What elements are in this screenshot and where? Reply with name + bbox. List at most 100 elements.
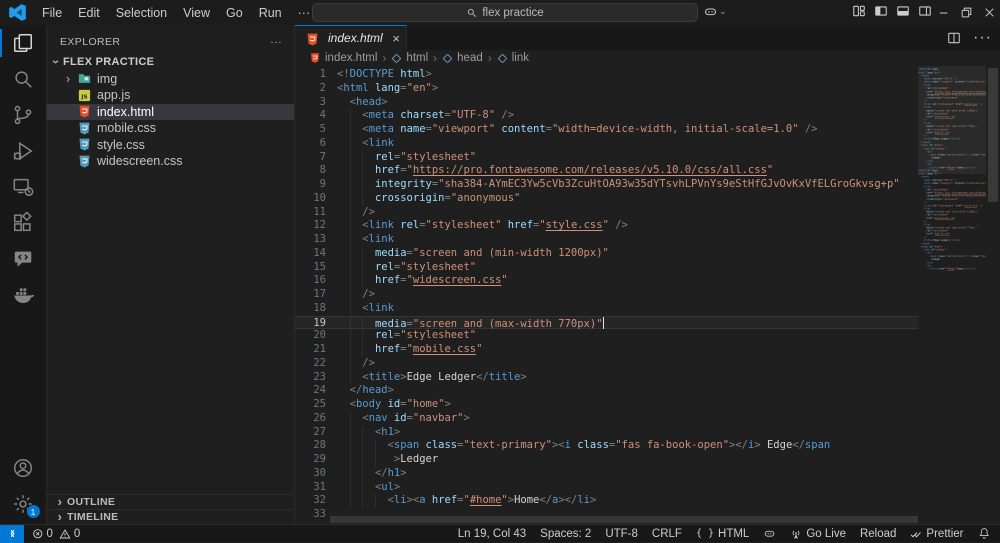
code-line-22[interactable]: 22 /> bbox=[295, 357, 918, 371]
docker-icon[interactable] bbox=[0, 277, 47, 313]
code-line-8[interactable]: 8 href="https://pro.fontawesome.com/rele… bbox=[295, 164, 918, 178]
copilot-menu[interactable]: ⌄ bbox=[703, 4, 727, 19]
menu-view[interactable]: View bbox=[175, 4, 218, 22]
code-line-14[interactable]: 14 media="screen and (min-width 1200px)" bbox=[295, 247, 918, 261]
toggle-secondary-sidebar-icon[interactable] bbox=[918, 4, 932, 18]
code-line-2[interactable]: 2<html lang="en"> bbox=[295, 82, 918, 96]
section-outline[interactable]: ›OUTLINE bbox=[47, 494, 294, 509]
menu-edit[interactable]: Edit bbox=[70, 4, 108, 22]
menu-selection[interactable]: Selection bbox=[108, 4, 175, 22]
status-eol[interactable]: CRLF bbox=[652, 528, 682, 540]
restore-button[interactable] bbox=[955, 0, 978, 25]
tree-item-index-html[interactable]: index.html bbox=[47, 104, 294, 121]
chat-icon[interactable] bbox=[0, 241, 47, 277]
code-line-10[interactable]: 10 crossorigin="anonymous" bbox=[295, 192, 918, 206]
code-line-32[interactable]: 32 <li><a href="#home">Home</a></li> bbox=[295, 494, 918, 508]
code-line-31[interactable]: 31 <ul> bbox=[295, 481, 918, 495]
breadcrumb-html[interactable]: html bbox=[391, 52, 428, 64]
code-line-29[interactable]: 29 >Ledger bbox=[295, 453, 918, 467]
customize-layout-icon[interactable] bbox=[852, 4, 866, 18]
status-prettier[interactable]: Prettier bbox=[910, 528, 963, 540]
code-line-19[interactable]: 19 media="screen and (max-width 770px)" bbox=[295, 316, 918, 330]
breadcrumb-head[interactable]: head bbox=[442, 52, 483, 64]
toggle-panel-icon[interactable] bbox=[896, 4, 910, 18]
code-line-25[interactable]: 25 <body id="home"> bbox=[295, 398, 918, 412]
code-line-7[interactable]: 7 rel="stylesheet" bbox=[295, 151, 918, 165]
menu-run[interactable]: Run bbox=[251, 4, 290, 22]
code-line-24[interactable]: 24 </head> bbox=[295, 384, 918, 398]
tree-item-img[interactable]: ›img bbox=[47, 71, 294, 88]
status-encoding[interactable]: UTF-8 bbox=[605, 528, 638, 540]
folder-root[interactable]: ›FLEX PRACTICE bbox=[47, 54, 294, 71]
remote-explorer-icon[interactable] bbox=[0, 169, 47, 205]
code-line-17[interactable]: 17 /> bbox=[295, 288, 918, 302]
line-number: 13 bbox=[295, 233, 326, 247]
code-line-3[interactable]: 3 <head> bbox=[295, 96, 918, 110]
code-line-23[interactable]: 23 <title>Edge Ledger</title> bbox=[295, 371, 918, 385]
code-line-16[interactable]: 16 href="widescreen.css" bbox=[295, 274, 918, 288]
account-icon[interactable] bbox=[0, 450, 47, 486]
code-line-9[interactable]: 9 integrity="sha384-AYmEC3Yw5cVb3ZcuHtOA… bbox=[295, 178, 918, 192]
bell-icon bbox=[978, 527, 991, 540]
section-timeline[interactable]: ›TIMELINE bbox=[47, 509, 294, 524]
line-number: 23 bbox=[295, 371, 326, 385]
close-button[interactable] bbox=[978, 0, 1000, 25]
remote-indicator[interactable] bbox=[0, 525, 24, 543]
explorer-icon[interactable] bbox=[0, 25, 47, 61]
status-notifications[interactable] bbox=[978, 527, 991, 540]
code-line-5[interactable]: 5 <meta name="viewport" content="width=d… bbox=[295, 123, 918, 137]
breadcrumb-link[interactable]: link bbox=[497, 52, 529, 64]
code-line-21[interactable]: 21 href="mobile.css" bbox=[295, 343, 918, 357]
breadcrumb-index-html[interactable]: index.html bbox=[309, 52, 377, 64]
code-line-12[interactable]: 12 <link rel="stylesheet" href="style.cs… bbox=[295, 219, 918, 233]
minimap-slider[interactable] bbox=[918, 66, 986, 174]
line-number: 32 bbox=[295, 494, 326, 508]
code-line-30[interactable]: 30 </h1> bbox=[295, 467, 918, 481]
toggle-primary-sidebar-icon[interactable] bbox=[874, 4, 888, 18]
tab-index-html[interactable]: index.html × bbox=[295, 25, 407, 50]
code-line-11[interactable]: 11 /> bbox=[295, 206, 918, 220]
symbol-icon bbox=[442, 53, 453, 64]
code-line-28[interactable]: 28 <span class="text-primary"><i class="… bbox=[295, 439, 918, 453]
minimize-button[interactable] bbox=[932, 0, 955, 25]
split-editor-icon[interactable] bbox=[947, 29, 961, 47]
vertical-scrollbar[interactable] bbox=[988, 68, 998, 202]
tree-item-mobile-css[interactable]: mobile.css bbox=[47, 120, 294, 137]
breadcrumb-separator: › bbox=[433, 51, 437, 65]
code-line-26[interactable]: 26 <nav id="navbar"> bbox=[295, 412, 918, 426]
views-more-actions-icon[interactable]: ··· bbox=[270, 36, 282, 48]
code-line-20[interactable]: 20 rel="stylesheet" bbox=[295, 329, 918, 343]
tree-item-style-css[interactable]: style.css bbox=[47, 137, 294, 154]
code-line-27[interactable]: 27 <h1> bbox=[295, 426, 918, 440]
copilot-icon bbox=[763, 527, 776, 540]
status-go-live[interactable]: Go Live bbox=[790, 528, 846, 540]
line-content: crossorigin="anonymous" bbox=[337, 192, 520, 206]
command-center-search[interactable]: flex practice bbox=[312, 3, 698, 22]
menu-file[interactable]: File bbox=[34, 4, 70, 22]
code-line-4[interactable]: 4 <meta charset="UTF-8" /> bbox=[295, 109, 918, 123]
code-line-18[interactable]: 18 <link bbox=[295, 302, 918, 316]
code-line-6[interactable]: 6 <link bbox=[295, 137, 918, 151]
search-icon[interactable] bbox=[0, 61, 47, 97]
horizontal-scrollbar[interactable] bbox=[330, 516, 918, 523]
tree-item-app-js[interactable]: JSapp.js bbox=[47, 87, 294, 104]
menu-go[interactable]: Go bbox=[218, 4, 251, 22]
status-language-mode[interactable]: { }HTML bbox=[696, 528, 749, 540]
status-copilot-status[interactable] bbox=[763, 527, 776, 540]
extensions-icon[interactable] bbox=[0, 205, 47, 241]
line-content: <ul> bbox=[337, 481, 400, 495]
run-debug-icon[interactable] bbox=[0, 133, 47, 169]
problems-status[interactable]: 0 0 bbox=[32, 528, 80, 540]
code-line-1[interactable]: 1<!DOCTYPE html> bbox=[295, 68, 918, 82]
status-indentation[interactable]: Spaces: 2 bbox=[540, 528, 591, 540]
code-editor[interactable]: 1<!DOCTYPE html>2<html lang="en">3 <head… bbox=[295, 66, 1000, 524]
source-control-icon[interactable] bbox=[0, 97, 47, 133]
status-cursor-position[interactable]: Ln 19, Col 43 bbox=[458, 528, 526, 540]
status-reload[interactable]: Reload bbox=[860, 528, 896, 540]
tree-item-widescreen-css[interactable]: widescreen.css bbox=[47, 153, 294, 170]
editor-more-actions-icon[interactable]: ··· bbox=[973, 29, 992, 47]
tab-close-icon[interactable]: × bbox=[392, 31, 400, 46]
code-line-13[interactable]: 13 <link bbox=[295, 233, 918, 247]
code-line-15[interactable]: 15 rel="stylesheet" bbox=[295, 261, 918, 275]
settings-gear-icon[interactable]: 1 bbox=[0, 486, 47, 522]
